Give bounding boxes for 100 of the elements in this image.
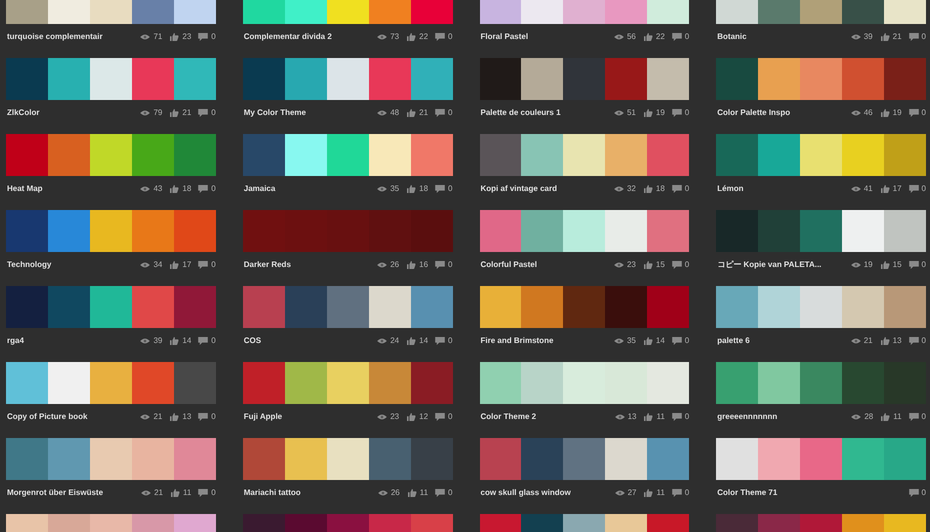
color-swatch[interactable] — [284, 210, 327, 252]
color-swatch[interactable] — [132, 438, 174, 480]
color-swatch[interactable] — [242, 438, 285, 480]
palette-title[interactable]: My Color Theme — [242, 107, 378, 119]
color-swatch[interactable] — [174, 286, 216, 328]
palette-title[interactable]: Palette de couleurs 1 — [480, 107, 614, 119]
palette-title[interactable]: Copy of Picture book — [6, 411, 140, 423]
color-swatch[interactable] — [884, 362, 926, 404]
color-swatch[interactable] — [842, 134, 884, 176]
color-swatch[interactable] — [716, 362, 758, 404]
color-swatch[interactable] — [48, 438, 90, 480]
color-swatch[interactable] — [410, 286, 453, 328]
palette-title[interactable]: Lémon — [716, 183, 851, 195]
color-swatch[interactable] — [884, 134, 926, 176]
color-swatch[interactable] — [563, 438, 606, 480]
palette-title[interactable]: Colorful Pastel — [480, 259, 614, 271]
palette-title[interactable]: Technology — [6, 259, 140, 271]
color-swatch[interactable] — [800, 210, 842, 252]
color-swatch[interactable] — [284, 58, 327, 100]
palette-title[interactable]: Floral Pastel — [480, 31, 614, 43]
palette-title[interactable]: cow skull glass window — [480, 487, 615, 499]
color-swatch[interactable] — [410, 438, 453, 480]
color-swatch[interactable] — [368, 58, 411, 100]
color-swatch[interactable] — [242, 210, 285, 252]
color-swatch[interactable] — [842, 362, 884, 404]
color-swatch[interactable] — [716, 58, 758, 100]
color-swatch[interactable] — [480, 362, 522, 404]
color-swatch[interactable] — [521, 58, 564, 100]
color-swatch[interactable] — [90, 438, 132, 480]
color-swatch[interactable] — [521, 438, 564, 480]
color-swatch[interactable] — [368, 134, 411, 176]
color-swatch[interactable] — [480, 58, 522, 100]
palette-title[interactable]: Heat Map — [6, 183, 140, 195]
color-swatch[interactable] — [716, 438, 758, 480]
color-swatch[interactable] — [800, 362, 842, 404]
color-swatch[interactable] — [884, 438, 926, 480]
color-swatch[interactable] — [647, 362, 690, 404]
color-swatch[interactable] — [480, 210, 522, 252]
color-swatch[interactable] — [563, 134, 606, 176]
color-swatch[interactable] — [368, 286, 411, 328]
color-swatch[interactable] — [563, 210, 606, 252]
color-swatch[interactable] — [284, 362, 327, 404]
color-swatch[interactable] — [242, 286, 285, 328]
color-swatch[interactable] — [48, 58, 90, 100]
palette-title[interactable]: greeeennnnnnn — [716, 411, 852, 423]
color-swatch[interactable] — [132, 362, 174, 404]
palette-title[interactable]: Jamaica — [242, 183, 378, 195]
color-swatch[interactable] — [521, 134, 564, 176]
color-swatch[interactable] — [716, 134, 758, 176]
color-swatch[interactable] — [842, 286, 884, 328]
color-swatch[interactable] — [242, 362, 285, 404]
palette-title[interactable]: Color Theme 71 — [716, 487, 909, 499]
color-swatch[interactable] — [90, 210, 132, 252]
color-swatch[interactable] — [6, 134, 48, 176]
palette-title[interactable]: Fuji Apple — [242, 411, 378, 423]
color-swatch[interactable] — [242, 134, 285, 176]
color-swatch[interactable] — [884, 286, 926, 328]
palette-title[interactable]: Color Theme 2 — [480, 411, 615, 423]
palette-title[interactable]: rga4 — [6, 335, 140, 347]
color-swatch[interactable] — [174, 362, 216, 404]
color-swatch[interactable] — [758, 362, 800, 404]
color-swatch[interactable] — [884, 58, 926, 100]
color-swatch[interactable] — [647, 58, 690, 100]
color-swatch[interactable] — [48, 286, 90, 328]
color-swatch[interactable] — [326, 58, 369, 100]
color-swatch[interactable] — [563, 58, 606, 100]
color-swatch[interactable] — [174, 58, 216, 100]
color-swatch[interactable] — [410, 362, 453, 404]
color-swatch[interactable] — [132, 58, 174, 100]
color-swatch[interactable] — [521, 210, 564, 252]
color-swatch[interactable] — [284, 134, 327, 176]
color-swatch[interactable] — [605, 362, 648, 404]
color-swatch[interactable] — [647, 438, 690, 480]
color-swatch[interactable] — [368, 210, 411, 252]
color-swatch[interactable] — [6, 58, 48, 100]
palette-title[interactable]: Complementar divida 2 — [242, 31, 378, 43]
color-swatch[interactable] — [6, 286, 48, 328]
color-swatch[interactable] — [132, 134, 174, 176]
color-swatch[interactable] — [132, 210, 174, 252]
color-swatch[interactable] — [368, 362, 411, 404]
color-swatch[interactable] — [521, 362, 564, 404]
color-swatch[interactable] — [174, 134, 216, 176]
color-swatch[interactable] — [90, 58, 132, 100]
color-swatch[interactable] — [800, 58, 842, 100]
color-swatch[interactable] — [410, 58, 453, 100]
color-swatch[interactable] — [6, 210, 48, 252]
palette-title[interactable]: Darker Reds — [242, 259, 378, 271]
color-swatch[interactable] — [48, 134, 90, 176]
color-swatch[interactable] — [716, 286, 758, 328]
color-swatch[interactable] — [605, 58, 648, 100]
color-swatch[interactable] — [48, 362, 90, 404]
palette-title[interactable]: Color Palette Inspo — [716, 107, 851, 119]
color-swatch[interactable] — [647, 134, 690, 176]
color-swatch[interactable] — [758, 210, 800, 252]
color-swatch[interactable] — [647, 286, 690, 328]
color-swatch[interactable] — [605, 438, 648, 480]
color-swatch[interactable] — [6, 362, 48, 404]
color-swatch[interactable] — [90, 134, 132, 176]
palette-title[interactable]: turquoise complementair — [6, 31, 140, 43]
palette-title[interactable]: palette 6 — [716, 335, 851, 347]
